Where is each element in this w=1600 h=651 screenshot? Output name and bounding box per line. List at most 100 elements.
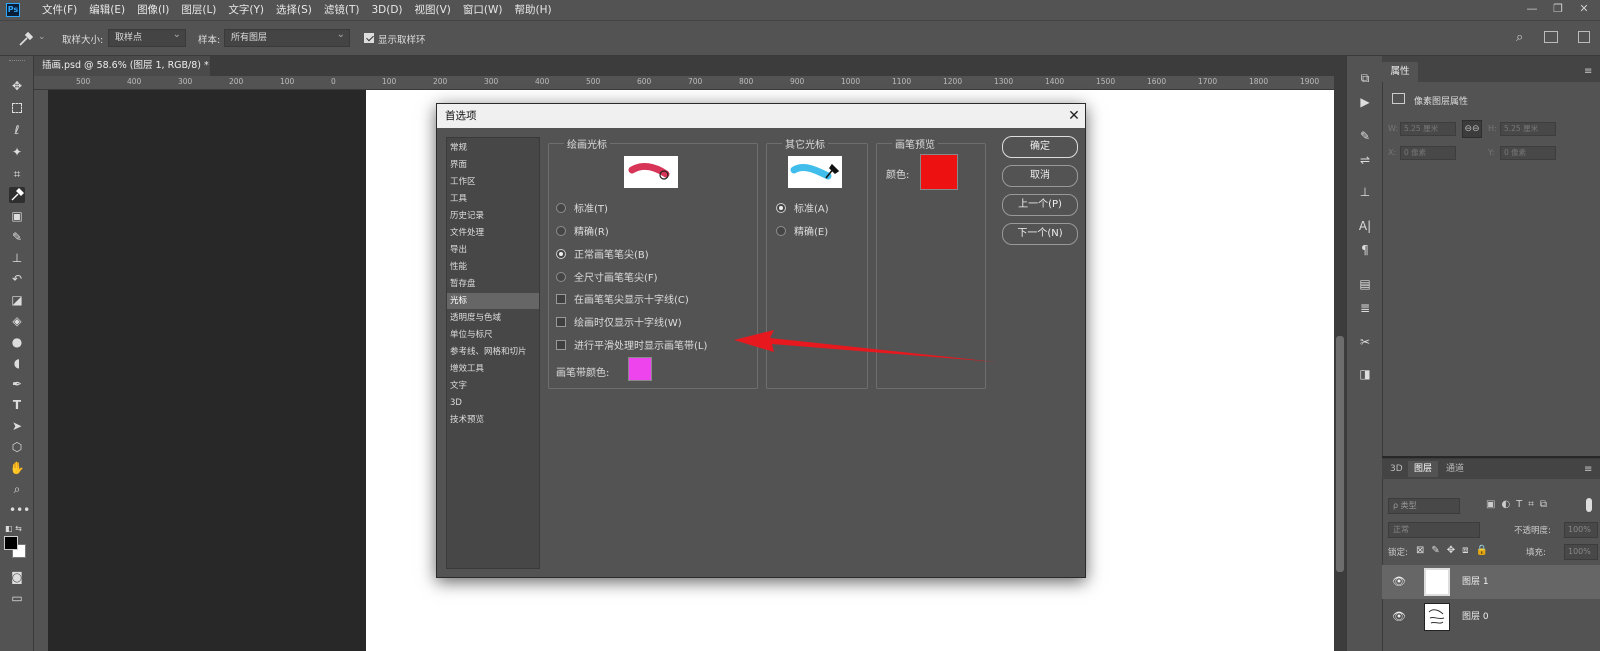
ok-button[interactable]: 确定 — [1002, 136, 1078, 158]
layer-filter-select[interactable]: ρ 类型 — [1388, 498, 1460, 514]
magic-wand-tool-icon[interactable]: ✦ — [9, 144, 25, 160]
scrollbar-thumb[interactable] — [1336, 336, 1344, 572]
eraser-tool-icon[interactable]: ◪ — [9, 292, 25, 308]
foreground-color-swatch[interactable] — [4, 536, 18, 550]
category-guides-grid[interactable]: 参考线、网格和切片 — [450, 344, 527, 360]
category-general[interactable]: 常规 — [450, 140, 467, 156]
show-crosshair-checkbox[interactable]: 在画笔笔尖显示十字线(C) — [556, 291, 689, 306]
painting-cursor-precise[interactable]: 精确(R) — [556, 223, 609, 238]
minimize-button[interactable]: — — [1520, 2, 1544, 15]
radio-icon[interactable] — [556, 271, 566, 282]
radio-selected-icon[interactable] — [556, 248, 566, 259]
dodge-tool-icon[interactable]: ◖ — [9, 355, 25, 371]
eyedropper-tool-active-icon[interactable] — [9, 187, 25, 203]
painting-cursor-full-tip[interactable]: 全尺寸画笔笔尖(F) — [556, 269, 658, 284]
menu-help[interactable]: 帮助(H) — [509, 0, 558, 20]
radio-icon[interactable] — [556, 225, 566, 236]
visibility-eye-icon[interactable]: 👁 — [1392, 565, 1406, 599]
quick-mask-icon[interactable]: ◙ — [9, 569, 25, 585]
tools-preset-icon[interactable]: ✂ — [1357, 334, 1373, 350]
other-cursor-precise[interactable]: 精确(E) — [776, 223, 828, 238]
menu-window[interactable]: 窗口(W) — [457, 0, 509, 20]
layer-row-layer1[interactable]: 👁 图层 1 — [1382, 565, 1600, 599]
path-selection-tool-icon[interactable]: ➤ — [9, 418, 25, 434]
other-cursor-standard[interactable]: 标准(A) — [776, 200, 829, 215]
show-brush-leash-checkbox[interactable]: 进行平滑处理时显示画笔带(L) — [556, 337, 707, 352]
brush-preview-color-swatch[interactable] — [920, 154, 958, 190]
more-tools-icon[interactable]: ••• — [9, 502, 30, 518]
y-field[interactable]: 0 像素 — [1500, 146, 1556, 160]
category-scratch-disks[interactable]: 暂存盘 — [450, 276, 476, 292]
properties-tab[interactable]: 属性 — [1382, 62, 1418, 82]
opacity-field[interactable]: 100% — [1564, 522, 1598, 538]
checkbox-icon[interactable] — [556, 316, 566, 327]
painting-cursor-normal-tip[interactable]: 正常画笔笔尖(B) — [556, 246, 649, 261]
crop-tool-icon[interactable]: ⌗ — [9, 166, 25, 182]
category-3d[interactable]: 3D — [450, 395, 462, 411]
dialog-close-icon[interactable]: ✕ — [1062, 104, 1086, 128]
brush-tool-icon[interactable]: ✎ — [9, 229, 25, 245]
visibility-eye-icon[interactable]: 👁 — [1392, 600, 1406, 634]
search-icon[interactable]: ⌕ — [1516, 30, 1523, 45]
eyedropper-tool-icon[interactable] — [16, 30, 36, 48]
adjustments-icon[interactable]: ⇌ — [1357, 152, 1373, 168]
workspace-icon[interactable] — [1544, 31, 1558, 43]
pen-tool-icon[interactable]: ✒ — [9, 376, 25, 392]
menu-view[interactable]: 视图(V) — [409, 0, 457, 20]
height-field[interactable]: 5.25 厘米 — [1500, 122, 1556, 136]
sample-size-select[interactable]: 取样点 — [108, 27, 186, 47]
next-button[interactable]: 下一个(N) — [1002, 223, 1078, 245]
brush-leash-color-swatch[interactable] — [628, 357, 652, 381]
filter-toggle-icon[interactable] — [1586, 498, 1592, 512]
shape-tool-icon[interactable]: ⬡ — [9, 439, 25, 455]
paint-bucket-tool-icon[interactable]: ◈ — [9, 313, 25, 329]
radio-selected-icon[interactable] — [776, 202, 786, 213]
artboard-icon[interactable]: ◨ — [1357, 366, 1373, 382]
previous-button[interactable]: 上一个(P) — [1002, 194, 1078, 216]
layer-name[interactable]: 图层 0 — [1462, 600, 1489, 634]
actions-play-icon[interactable]: ▶ — [1357, 94, 1373, 110]
fill-field[interactable]: 100% — [1564, 544, 1598, 560]
default-colors-icon[interactable]: ◧ ⇆ — [5, 524, 22, 533]
tab-channels[interactable]: 通道 — [1440, 461, 1470, 477]
category-transparency[interactable]: 透明度与色域 — [450, 310, 501, 326]
menu-type[interactable]: 文字(Y) — [222, 0, 270, 20]
menu-filter[interactable]: 滤镜(T) — [318, 0, 366, 20]
category-export[interactable]: 导出 — [450, 242, 467, 258]
radio-icon[interactable] — [776, 225, 786, 236]
tool-preset-chevron-icon[interactable]: ⌄ — [38, 32, 46, 42]
frame-tool-icon[interactable]: ▣ — [9, 208, 25, 224]
link-dimensions-icon[interactable]: ⊖⊖ — [1462, 120, 1482, 138]
lasso-tool-icon[interactable]: ℓ — [9, 122, 25, 138]
menu-edit[interactable]: 编辑(E) — [83, 0, 131, 20]
menu-layer[interactable]: 图层(L) — [175, 0, 222, 20]
category-history-log[interactable]: 历史记录 — [450, 208, 484, 224]
menu-file[interactable]: 文件(F) — [36, 0, 83, 20]
show-ring-checkbox[interactable] — [364, 33, 374, 46]
document-tab[interactable]: 插画.psd @ 58.6% (图层 1, RGB/8) * × — [34, 56, 210, 91]
menu-select[interactable]: 选择(S) — [270, 0, 318, 20]
menu-image[interactable]: 图像(I) — [131, 0, 175, 20]
category-tools[interactable]: 工具 — [450, 191, 467, 207]
panel-menu-icon[interactable]: ≡ — [1584, 66, 1592, 77]
paragraph-panel-icon[interactable]: ¶ — [1357, 242, 1373, 258]
stamp-tool-icon[interactable]: ⊥ — [9, 250, 25, 266]
notes-icon[interactable]: ≣ — [1357, 300, 1373, 316]
history-brush-tool-icon[interactable]: ↶ — [9, 271, 25, 287]
clone-source-icon[interactable]: ⊥ — [1357, 184, 1373, 200]
tab-layers[interactable]: 图层 — [1408, 461, 1439, 477]
restore-button[interactable]: ❐ — [1546, 2, 1570, 15]
radio-icon[interactable] — [556, 202, 566, 213]
checkbox-icon[interactable] — [556, 339, 566, 350]
painting-cursor-standard[interactable]: 标准(T) — [556, 200, 608, 215]
width-field[interactable]: 5.25 厘米 — [1400, 122, 1456, 136]
move-tool-icon[interactable]: ✥ — [9, 78, 25, 94]
sample-select[interactable]: 所有图层 — [224, 27, 350, 47]
history-panel-icon[interactable]: ⧉ — [1357, 70, 1373, 86]
screen-mode-icon[interactable]: ▭ — [9, 590, 25, 606]
lock-icons[interactable]: ⊠✎✥⧈🔒 — [1416, 545, 1495, 556]
category-type[interactable]: 文字 — [450, 378, 467, 394]
close-window-button[interactable]: ✕ — [1572, 2, 1596, 15]
blend-mode-select[interactable]: 正常 — [1388, 522, 1480, 538]
zoom-tool-icon[interactable]: ⌕ — [9, 481, 25, 497]
